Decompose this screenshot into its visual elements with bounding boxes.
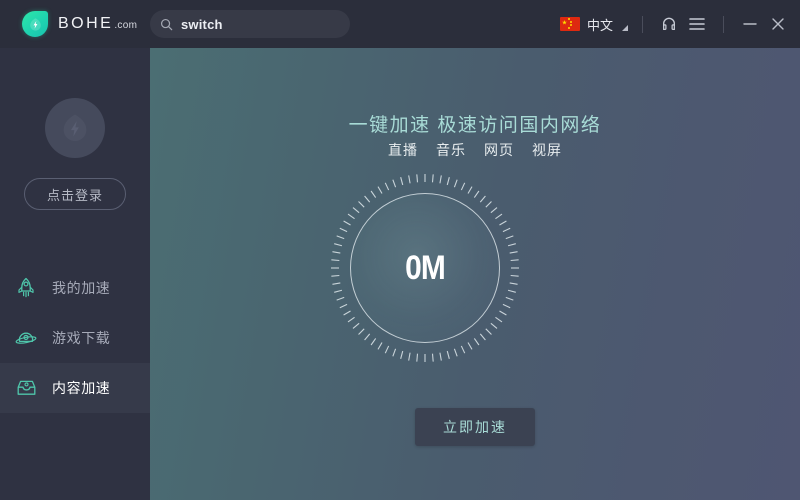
china-flag-icon: [559, 17, 580, 31]
sidebar-item-label: 内容加速: [52, 380, 111, 396]
login-button[interactable]: 点击登录: [24, 178, 126, 210]
gauge-value: 0M: [405, 248, 446, 287]
triangle-down-icon[interactable]: [622, 25, 628, 31]
sidebar-item-content-acceleration[interactable]: 内容加速: [0, 363, 150, 413]
bohe-droplet-logo-icon: [22, 11, 48, 37]
sidebar-item-label: 游戏下载: [52, 330, 111, 346]
sidebar-item-label: 我的加速: [52, 280, 111, 296]
minimize-icon[interactable]: [736, 10, 764, 38]
sidebar-item-game-download[interactable]: 游戏下载: [0, 313, 150, 363]
sidebar-item-my-acceleration[interactable]: 我的加速: [0, 263, 150, 313]
category-item-music[interactable]: 音乐: [436, 142, 466, 158]
category-item-web[interactable]: 网页: [484, 142, 514, 158]
search-box[interactable]: switch: [150, 10, 350, 38]
close-icon[interactable]: [764, 10, 792, 38]
brand-name-text: BOHE: [58, 15, 114, 32]
divider: [723, 15, 724, 33]
accelerate-now-button[interactable]: 立即加速: [415, 408, 535, 446]
title-bar: BOHE.com switch 中文: [0, 0, 800, 48]
headphone-icon[interactable]: [655, 10, 683, 38]
search-icon: [160, 18, 173, 30]
category-list: 直播 音乐 网页 视屏: [150, 140, 800, 160]
app-window: BOHE.com switch 中文 点击登录 我的加速 游戏下载 内容加速 一…: [0, 0, 800, 500]
brand-tld-text: .com: [114, 20, 138, 31]
inbox-icon: [14, 376, 38, 400]
planet-icon: [14, 326, 38, 350]
category-item-video[interactable]: 视屏: [532, 142, 562, 158]
page-title: 一键加速 极速访问国内网络: [348, 115, 602, 136]
language-label: 中文: [586, 17, 613, 33]
category-item-live[interactable]: 直播: [388, 142, 418, 158]
sidebar: 点击登录 我的加速 游戏下载 内容加速: [0, 48, 150, 500]
avatar[interactable]: [45, 98, 105, 158]
divider: [642, 15, 643, 33]
language-selector[interactable]: 中文: [558, 15, 630, 34]
rocket-icon: [14, 276, 38, 300]
sidebar-nav: 我的加速 游戏下载 内容加速: [0, 263, 150, 413]
main-content: 一键加速 极速访问国内网络 直播 音乐 网页 视屏 0M 立即加速: [150, 48, 800, 500]
hamburger-menu-icon[interactable]: [683, 10, 711, 38]
search-input[interactable]: switch: [181, 17, 223, 32]
brand-logo: BOHE.com: [22, 9, 137, 39]
brand-name: BOHE.com: [58, 15, 137, 33]
speed-gauge[interactable]: 0M: [330, 173, 520, 363]
window-controls-cluster: 中文: [558, 0, 800, 48]
